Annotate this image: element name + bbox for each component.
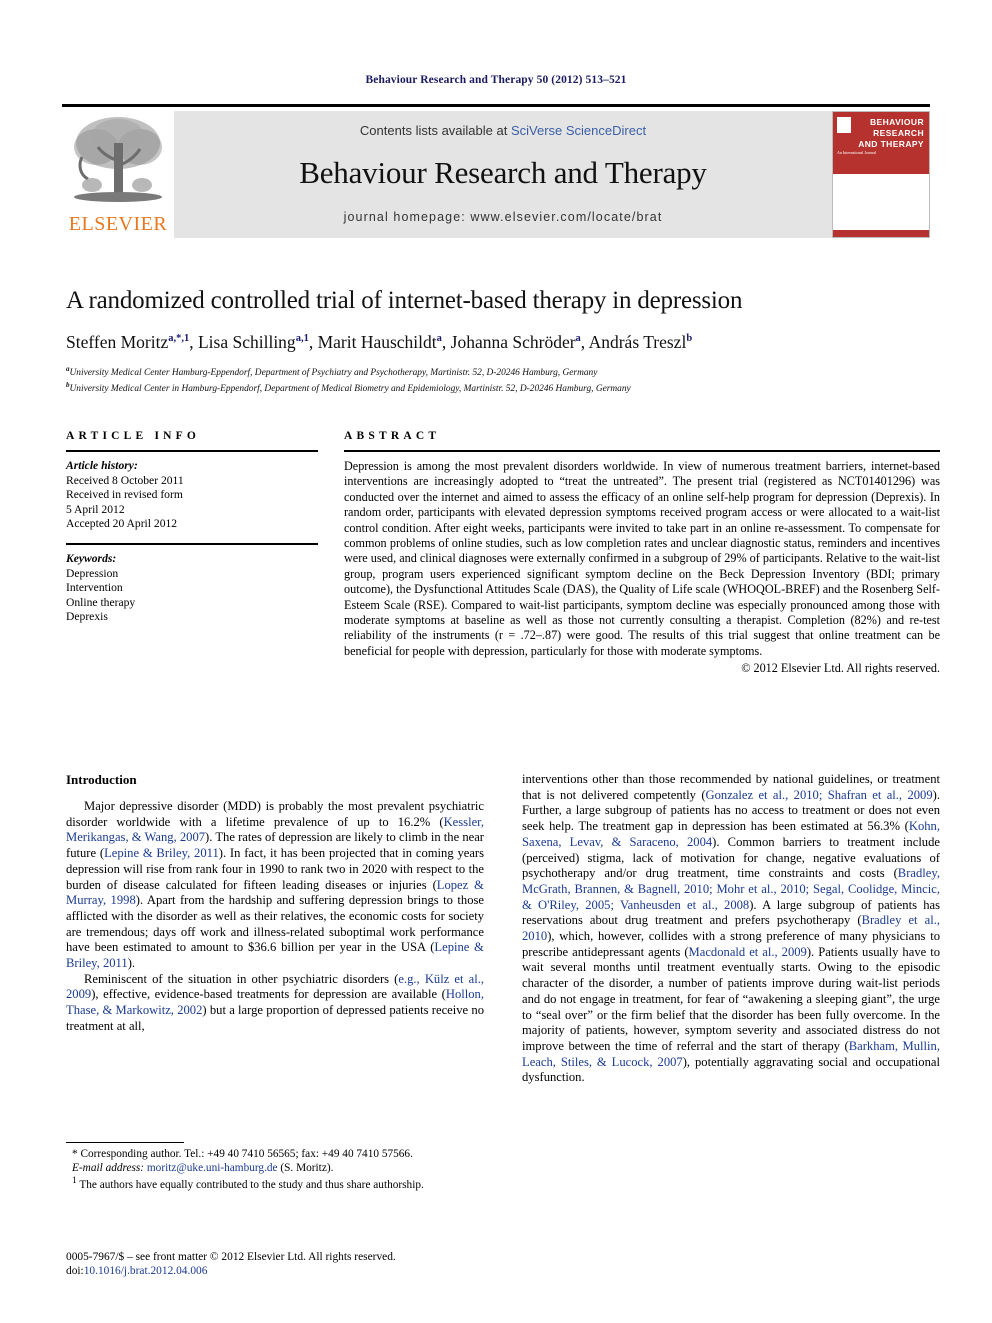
right-column-paragraphs: interventions other than those recommend… bbox=[522, 772, 940, 1086]
email-suffix: (S. Moritz). bbox=[280, 1161, 334, 1174]
abstract-text: Depression is among the most prevalent d… bbox=[344, 459, 940, 658]
author-name: Steffen Moritz bbox=[66, 331, 169, 352]
section-heading-introduction: Introduction bbox=[66, 772, 137, 787]
author-affiliation-mark: a,*,1 bbox=[168, 333, 190, 344]
author-name: András Treszl bbox=[588, 331, 687, 352]
citation-link[interactable]: Lepine & Briley, 2011 bbox=[104, 846, 219, 860]
keywords-block: Keywords: Depression Intervention Online t… bbox=[66, 552, 318, 625]
citation-link[interactable]: Hollon, Thase, & Markowitz, 2002 bbox=[66, 987, 484, 1017]
affiliation: aUniversity Medical Center Hamburg-Eppen… bbox=[66, 364, 936, 380]
citation-link[interactable]: Gonzalez et al., 2010; Shafran et al., 2… bbox=[706, 788, 933, 802]
article-history-lines: Received 8 October 2011 Received in revis… bbox=[66, 474, 318, 532]
abstract-column: ABSTRACT Depression is among the most pr… bbox=[344, 430, 940, 677]
journal-band: Contents lists available at SciVerse Sci… bbox=[174, 111, 832, 238]
body-paragraph: Major depressive disorder (MDD) is proba… bbox=[66, 799, 485, 971]
title-block: A randomized controlled trial of interne… bbox=[66, 286, 936, 395]
abstract-copyright: © 2012 Elsevier Ltd. All rights reserved… bbox=[741, 661, 940, 676]
imprint-front-matter: 0005-7967/$ – see front matter © 2012 El… bbox=[66, 1251, 396, 1263]
article-history-label: Article history: bbox=[66, 459, 138, 472]
keyword: Deprexis bbox=[66, 610, 108, 624]
body-column-left: Introduction Major depressive disorder (… bbox=[66, 772, 484, 1035]
contents-prefix: Contents lists available at bbox=[359, 123, 511, 138]
cover-elsevier-mark bbox=[837, 117, 851, 133]
author-affiliation-mark: a bbox=[575, 333, 581, 344]
citation-link[interactable]: Barkham, Mullin, Leach, Stiles, & Lucock… bbox=[522, 1039, 940, 1069]
elsevier-logo: ELSEVIER bbox=[62, 111, 174, 238]
keyword: Intervention bbox=[66, 581, 123, 595]
article-history-line: Received 8 October 2011 bbox=[66, 473, 184, 487]
cover-red-footer bbox=[833, 230, 929, 237]
author-name: Lisa Schilling bbox=[197, 331, 296, 352]
footnote-shared-authorship: 1 The authors have equally contributed t… bbox=[66, 1175, 486, 1192]
left-column-paragraphs: Major depressive disorder (MDD) is proba… bbox=[66, 799, 484, 1035]
keyword-lines: Depression Intervention Online therapy Depr… bbox=[66, 567, 318, 625]
running-head: Behaviour Research and Therapy 50 (2012)… bbox=[365, 74, 627, 86]
affiliation-text: University Medical Center Hamburg-Eppend… bbox=[69, 367, 598, 378]
citation-link[interactable]: Macdonald et al., 2009 bbox=[689, 945, 807, 959]
divider bbox=[66, 542, 318, 545]
affiliation-list: aUniversity Medical Center Hamburg-Eppen… bbox=[66, 364, 936, 395]
sciencedirect-link[interactable]: SciVerse ScienceDirect bbox=[511, 123, 646, 138]
citation-link[interactable]: Kessler, Merikangas, & Wang, 2007 bbox=[66, 815, 484, 845]
citation-link[interactable]: Lepine & Briley, 2011 bbox=[66, 940, 484, 970]
body-paragraph: interventions other than those recommend… bbox=[522, 772, 941, 1085]
author-name: Marit Hauschildt bbox=[317, 331, 437, 352]
body-columns: Introduction Major depressive disorder (… bbox=[66, 772, 940, 1192]
journal-homepage[interactable]: journal homepage: www.elsevier.com/locat… bbox=[174, 210, 832, 224]
email-link[interactable]: moritz@uke.uni-hamburg.de bbox=[147, 1162, 278, 1174]
author-name: Johanna Schröder bbox=[450, 331, 576, 352]
article-history: Article history: Received 8 October 2011… bbox=[66, 459, 318, 532]
article-info-column: ARTICLE INFO Article history: Received 8… bbox=[66, 430, 318, 677]
info-abstract-region: ARTICLE INFO Article history: Received 8… bbox=[66, 430, 940, 677]
body-column-right: interventions other than those recommend… bbox=[522, 772, 940, 1086]
article-info-heading: ARTICLE INFO bbox=[66, 430, 201, 442]
affiliation: bUniversity Medical Center in Hamburg-Ep… bbox=[66, 380, 936, 396]
citation-link[interactable]: Bradley, McGrath, Brannen, & Bagnell, 20… bbox=[522, 866, 940, 911]
journal-masthead: ELSEVIER Contents lists available at Sci… bbox=[62, 104, 930, 238]
footnote-email: E-mail address: moritz@uke.uni-hamburg.d… bbox=[66, 1162, 486, 1176]
footnote-1-text: The authors have equally contributed to … bbox=[79, 1178, 424, 1191]
imprint-doi-line: doi:10.1016/j.brat.2012.04.006 bbox=[66, 1264, 496, 1278]
citation-link[interactable]: Lopez & Murray, 1998 bbox=[66, 878, 484, 908]
abstract-heading: ABSTRACT bbox=[344, 430, 441, 442]
doi-link[interactable]: 10.1016/j.brat.2012.04.006 bbox=[84, 1265, 208, 1277]
contents-line: Contents lists available at SciVerse Sci… bbox=[174, 123, 832, 138]
cover-title: BEHAVIOUR RESEARCH AND THERAPY bbox=[858, 117, 924, 149]
footnote-rule bbox=[66, 1142, 184, 1143]
citation-link[interactable]: e.g., Külz et al., 2009 bbox=[66, 972, 484, 1002]
journal-cover-thumbnail: An International Journal BEHAVIOUR RESEA… bbox=[832, 111, 930, 238]
author-affiliation-mark: a,1 bbox=[295, 333, 309, 344]
affiliation-text: University Medical Center in Hamburg-Epp… bbox=[69, 383, 631, 394]
elsevier-tree-icon bbox=[68, 113, 168, 209]
email-label: E-mail address: bbox=[72, 1161, 145, 1174]
keywords-label: Keywords: bbox=[66, 551, 117, 565]
keyword: Depression bbox=[66, 566, 119, 580]
citation-link[interactable]: Kohn, Saxena, Levav, & Saraceno, 2004 bbox=[522, 819, 940, 849]
article-page: Behaviour Research and Therapy 50 (2012)… bbox=[0, 0, 992, 1323]
footnotes-block: * Corresponding author. Tel.: +49 40 741… bbox=[66, 1142, 486, 1193]
author-list: Steffen Moritza,*,1, Lisa Schillinga,1, … bbox=[66, 331, 693, 352]
author-affiliation-mark: a bbox=[436, 333, 442, 344]
divider bbox=[344, 450, 940, 452]
divider bbox=[66, 450, 318, 452]
keyword: Online therapy bbox=[66, 595, 136, 609]
journal-title: Behaviour Research and Therapy bbox=[299, 155, 707, 190]
author-affiliation-mark: b bbox=[686, 333, 693, 344]
page-title: A randomized controlled trial of interne… bbox=[66, 287, 743, 314]
elsevier-wordmark: ELSEVIER bbox=[68, 213, 168, 235]
article-history-line: 5 April 2012 bbox=[66, 502, 125, 516]
body-paragraph: Reminiscent of the situation in other ps… bbox=[66, 971, 484, 1033]
imprint-block: 0005-7967/$ – see front matter © 2012 El… bbox=[66, 1250, 496, 1278]
article-history-line: Received in revised form bbox=[66, 488, 183, 502]
cover-subtitle: An International Journal bbox=[837, 150, 877, 155]
footnote-corresponding-author: * Corresponding author. Tel.: +49 40 741… bbox=[72, 1148, 413, 1160]
doi-label: doi: bbox=[66, 1265, 84, 1277]
article-history-line: Accepted 20 April 2012 bbox=[66, 517, 178, 531]
citation-link[interactable]: Bradley et al., 2010 bbox=[522, 913, 940, 943]
footnote-mark: 1 bbox=[72, 1176, 77, 1187]
